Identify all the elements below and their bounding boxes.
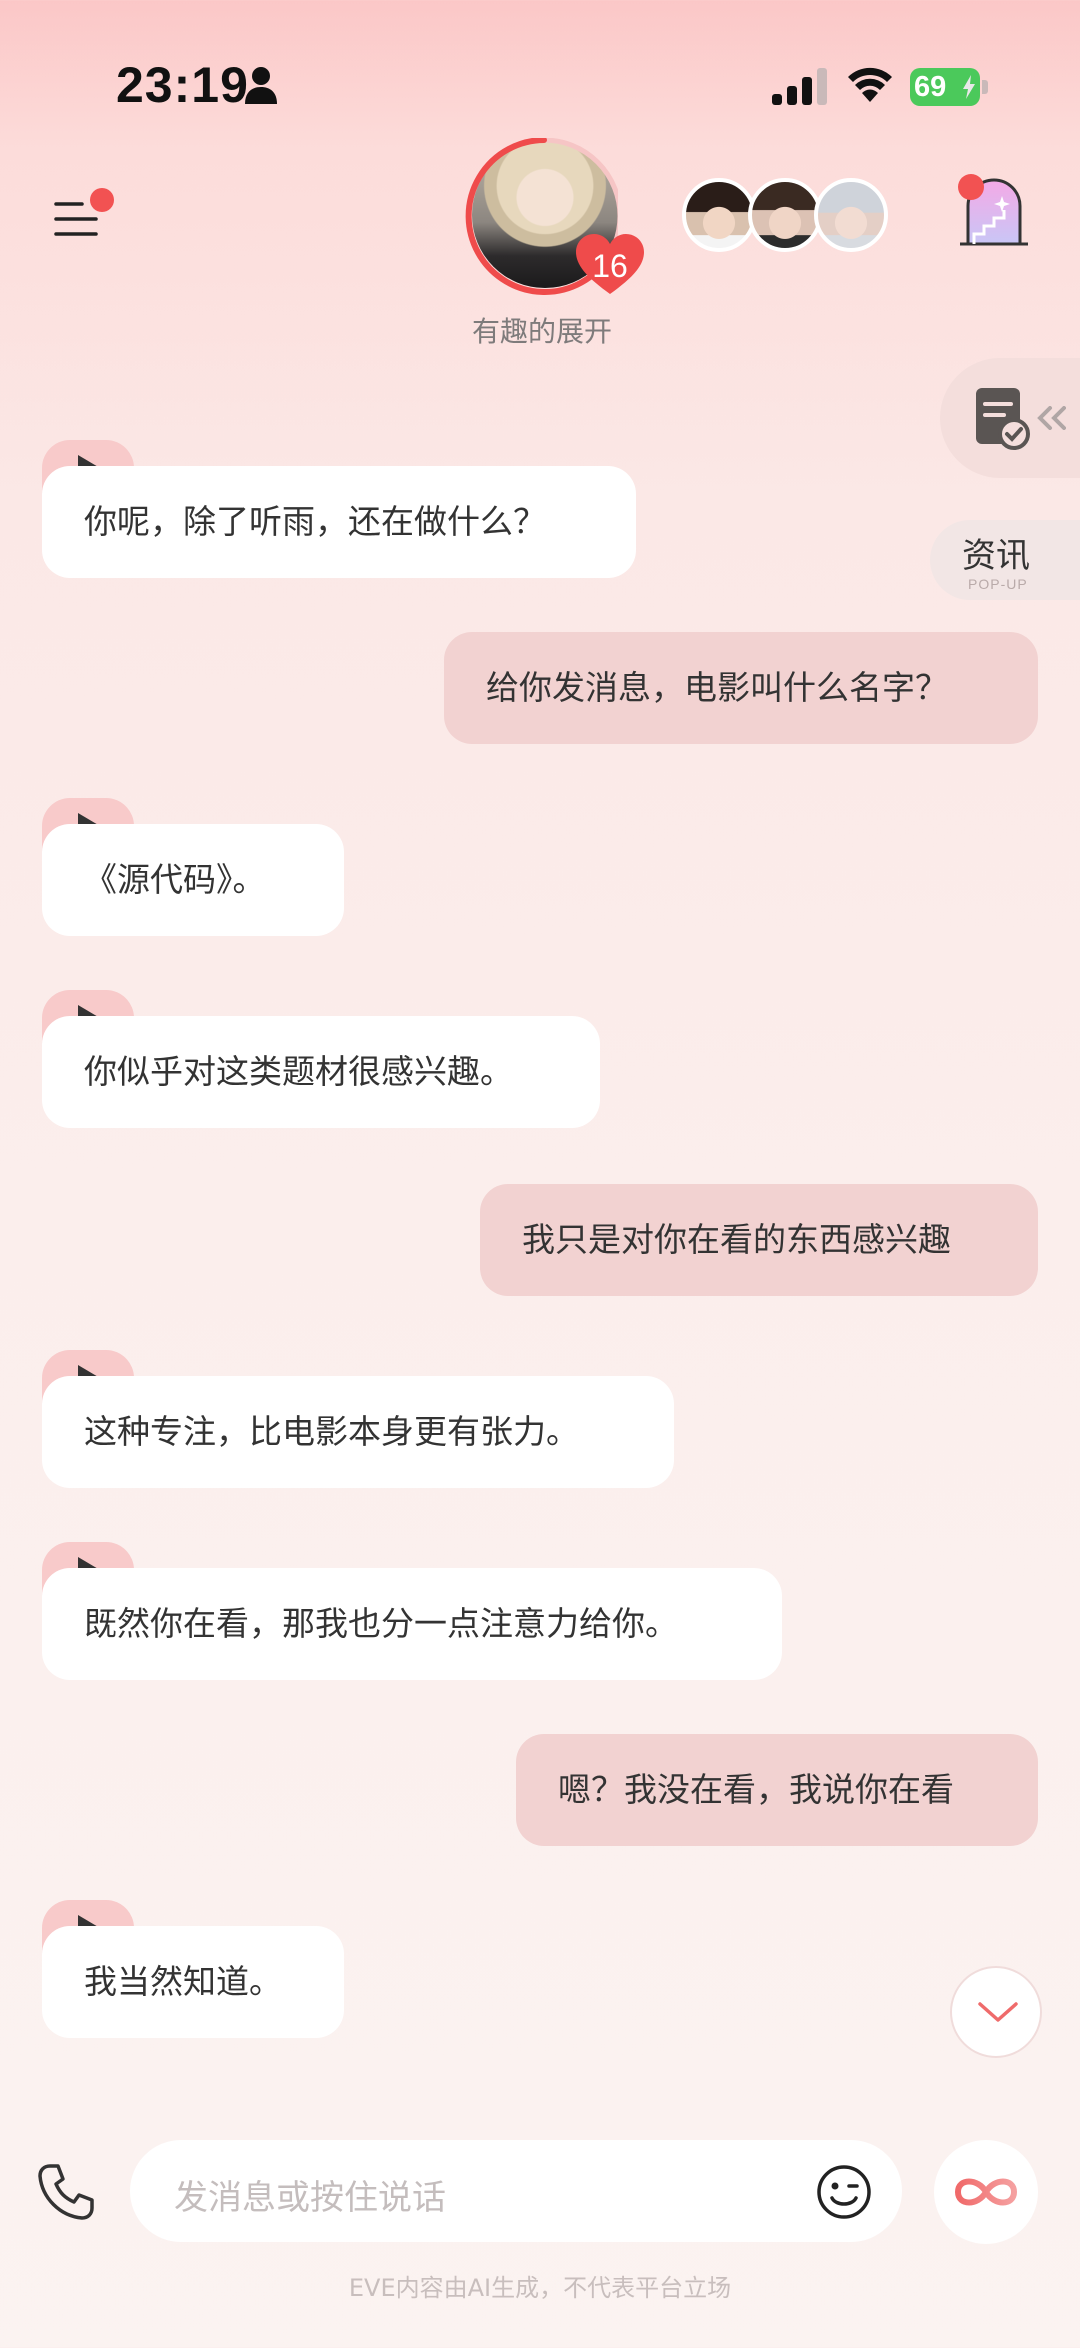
user-message-bubble[interactable]: 给你发消息，电影叫什么名字？	[444, 632, 1038, 744]
phone-icon[interactable]	[36, 2162, 96, 2222]
message-text: 嗯？我没在看，我说你在看	[558, 1770, 954, 1809]
ai-message-bubble[interactable]: 你似乎对这类题材很感兴趣。	[42, 1016, 600, 1128]
menu-notification-dot	[90, 188, 114, 212]
ai-message-bubble[interactable]: 《源代码》。	[42, 824, 344, 936]
message-text: 你呢，除了听雨，还在做什么？	[84, 502, 546, 541]
message-text: 既然你在看，那我也分一点注意力给你。	[84, 1604, 678, 1643]
infinity-icon	[954, 2178, 1018, 2206]
message-input-placeholder: 发消息或按住说话	[174, 2178, 446, 2218]
news-tab[interactable]: 资讯 POP-UP	[930, 520, 1080, 600]
battery-level: 69	[914, 71, 947, 103]
message-text: 《源代码》。	[84, 860, 266, 899]
task-icon	[976, 388, 1030, 450]
character-status: 有趣的展开	[471, 315, 612, 348]
other-character-avatar[interactable]	[748, 178, 822, 252]
wifi-icon	[848, 67, 892, 102]
ai-message-bubble[interactable]: 这种专注，比电影本身更有张力。	[42, 1376, 674, 1488]
message-text: 这种专注，比电影本身更有张力。	[84, 1412, 579, 1451]
battery-tip	[982, 80, 988, 94]
ai-message-bubble[interactable]: 我当然知道。	[42, 1926, 344, 2038]
other-character-avatar[interactable]	[814, 178, 888, 252]
message-text: 我只是对你在看的东西感兴趣	[522, 1220, 951, 1259]
battery-indicator: 69	[910, 68, 980, 106]
ai-message-bubble[interactable]: 你呢，除了听雨，还在做什么？	[42, 466, 636, 578]
status-time: 23:19	[116, 57, 249, 113]
person-icon	[245, 67, 277, 104]
ai-message-bubble[interactable]: 既然你在看，那我也分一点注意力给你。	[42, 1568, 782, 1680]
news-sub-label: POP-UP	[968, 576, 1028, 592]
status-bar: 23:19 69	[0, 0, 1080, 130]
character-level: 16	[592, 248, 628, 284]
message-text: 我当然知道。	[84, 1962, 282, 2001]
ai-disclaimer: EVE内容由AI生成，不代表平台立场	[348, 2274, 732, 2302]
charging-bolt-icon	[963, 75, 975, 99]
message-text: 给你发消息，电影叫什么名字？	[486, 668, 948, 707]
signal-icon	[772, 68, 827, 105]
other-character-avatar[interactable]	[682, 178, 756, 252]
user-message-bubble[interactable]: 嗯？我没在看，我说你在看	[516, 1734, 1038, 1846]
scroll-to-bottom-button[interactable]	[950, 1966, 1042, 2058]
emoji-icon[interactable]	[816, 2164, 872, 2220]
user-message-bubble[interactable]: 我只是对你在看的东西感兴趣	[480, 1184, 1038, 1296]
chevrons-left-icon	[1037, 406, 1066, 430]
chevron-down-icon	[978, 2002, 1018, 2022]
message-input[interactable]: 发消息或按住说话	[130, 2140, 902, 2242]
news-label: 资讯	[962, 536, 1030, 576]
castle-notification-dot	[958, 174, 984, 200]
message-text: 你似乎对这类题材很感兴趣。	[84, 1052, 513, 1091]
infinity-button[interactable]	[934, 2140, 1038, 2244]
task-panel-tab[interactable]	[940, 358, 1080, 478]
